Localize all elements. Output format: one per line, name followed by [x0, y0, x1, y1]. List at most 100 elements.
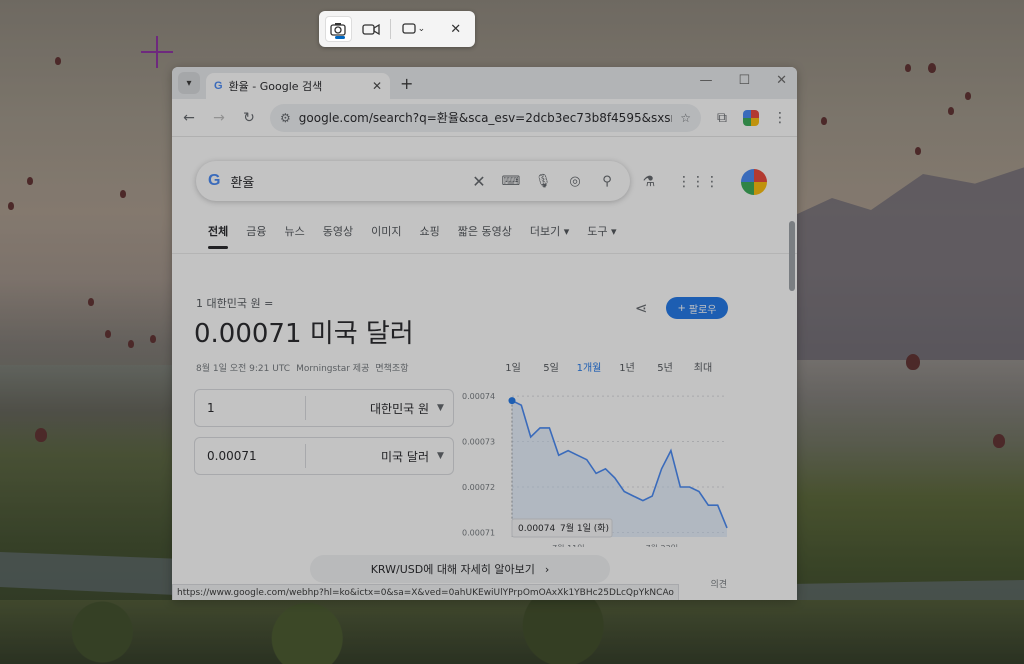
search-box[interactable]: G 환율 ✕ ⌨ 🎙 ◎ ⚲ [196, 161, 630, 201]
from-currency-row: 1 대한민국 원 ▼ [194, 389, 454, 427]
range-selector: 1일 5일 1개월 1년 5년 최대 [494, 359, 722, 374]
tab-more[interactable]: 더보기 ▾ [530, 223, 569, 249]
browser-toolbar: ← → ↻ ⚙ google.com/search?q=환율&sca_esv=2… [172, 99, 797, 137]
site-info-icon[interactable]: ⚙ [280, 111, 291, 125]
y-tick-label: 0.00073 [462, 438, 495, 447]
header-actions: ⚗ ⋮⋮⋮ [642, 169, 767, 195]
search-query[interactable]: 환율 [230, 172, 458, 191]
tab-search-button[interactable]: ▾ [178, 72, 200, 94]
learn-more-button[interactable]: KRW/USD에 대해 자세히 알아보기 › [310, 555, 610, 583]
search-icon[interactable]: ⚲ [596, 174, 618, 189]
y-tick-label: 0.00072 [462, 483, 495, 492]
back-icon[interactable]: ← [180, 110, 198, 126]
balloon [906, 354, 920, 370]
clear-icon[interactable]: ✕ [468, 172, 490, 191]
tab-shopping[interactable]: 쇼핑 [420, 223, 440, 249]
bookmark-star-icon[interactable]: ☆ [680, 111, 691, 125]
tab-all[interactable]: 전체 [208, 223, 229, 249]
lens-icon[interactable]: ◎ [564, 174, 586, 189]
avatar[interactable] [741, 169, 767, 195]
close-window-icon[interactable]: ✕ [776, 73, 787, 88]
balloon [55, 57, 61, 65]
share-icon[interactable]: ⋖ [635, 299, 648, 317]
profile-icon[interactable] [743, 109, 759, 126]
keyboard-icon[interactable]: ⌨ [500, 174, 522, 189]
forward-icon[interactable]: → [210, 110, 228, 126]
crosshair-cursor-icon [141, 36, 173, 68]
mountain-scenery [780, 162, 1024, 390]
range-1d[interactable]: 1일 [494, 359, 532, 374]
plus-icon: + [677, 302, 686, 314]
desktop-background: ▾ G 환율 - Google 검색 ✕ + — ☐ ✕ ← → ↻ ⚙ goo… [0, 0, 1024, 664]
maximize-icon[interactable]: ☐ [738, 73, 750, 88]
divider [172, 253, 797, 254]
tooltip-value: 0.00074 [518, 524, 555, 534]
scrollbar[interactable] [789, 221, 795, 291]
timestamp: 8월 1일 오전 9:21 UTC [196, 364, 291, 374]
snipping-toolbar: ⌄ ✕ [319, 11, 475, 47]
balloon [120, 190, 126, 198]
x-tick-label: 7월 11일 [552, 543, 585, 547]
follow-button[interactable]: + 팔로우 [666, 297, 728, 319]
tab-tools[interactable]: 도구 ▾ [587, 223, 616, 249]
tab-finance[interactable]: 금융 [246, 223, 266, 249]
labs-flask-icon[interactable]: ⚗ [642, 174, 655, 190]
browser-tab[interactable]: G 환율 - Google 검색 ✕ [206, 73, 390, 99]
conversion-result: 0.00071 미국 달러 [194, 319, 414, 349]
apps-grid-icon[interactable]: ⋮⋮⋮ [677, 174, 719, 190]
range-5y[interactable]: 5년 [646, 359, 684, 374]
browser-window: ▾ G 환율 - Google 검색 ✕ + — ☐ ✕ ← → ↻ ⚙ goo… [172, 67, 797, 600]
conversion-from-label: 1 대한민국 원 = [196, 297, 274, 310]
from-amount-input[interactable]: 1 [195, 396, 306, 420]
exchange-rate-chart[interactable]: 0.00074 0.00073 0.00072 0.00071 7월 11일 7월 23일… [462, 387, 732, 547]
snip-mode-dropdown[interactable]: ⌄ [397, 23, 429, 35]
tab-news[interactable]: 뉴스 [285, 223, 305, 249]
tooltip-date: 7월 1일 (화) [560, 522, 609, 534]
screenshot-mode-button[interactable] [325, 16, 352, 42]
reload-icon[interactable]: ↻ [240, 110, 258, 126]
google-favicon-icon: G [214, 80, 223, 92]
to-currency-row: 0.00071 미국 달러 ▼ [194, 437, 454, 475]
balloon [993, 434, 1005, 448]
video-icon [362, 23, 380, 36]
snip-close-button[interactable]: ✕ [442, 16, 469, 42]
search-results-page: G 환율 ✕ ⌨ 🎙 ◎ ⚲ ⚗ ⋮⋮⋮ 전체 금융 뉴스 동영상 이미지 쇼핑 [172, 137, 797, 600]
range-5d[interactable]: 5일 [532, 359, 570, 374]
range-1y[interactable]: 1년 [608, 359, 646, 374]
new-tab-button[interactable]: + [400, 74, 413, 93]
tab-title: 환율 - Google 검색 [228, 80, 323, 93]
chart-hover-dot [508, 397, 516, 405]
toolbar-separator [435, 19, 436, 39]
browser-menu-icon[interactable]: ⋮ [771, 110, 789, 126]
balloon [88, 298, 94, 306]
balloon [965, 92, 971, 100]
balloon [905, 64, 911, 72]
range-1m[interactable]: 1개월 [570, 359, 608, 374]
extensions-icon[interactable]: ⧉ [713, 110, 731, 126]
chevron-down-icon[interactable]: ▼ [437, 451, 453, 461]
minimize-icon[interactable]: — [699, 73, 712, 88]
feedback-link[interactable]: 의견 [710, 577, 727, 590]
to-currency-select[interactable]: 미국 달러 [306, 448, 437, 465]
search-tabs: 전체 금융 뉴스 동영상 이미지 쇼핑 짧은 동영상 더보기 ▾ 도구 ▾ [208, 223, 617, 249]
chart-area-fill [512, 400, 727, 537]
microphone-icon[interactable]: 🎙 [532, 174, 554, 189]
from-currency-select[interactable]: 대한민국 원 [306, 400, 437, 417]
x-tick-label: 7월 23일 [646, 543, 679, 547]
chevron-down-icon[interactable]: ▼ [437, 403, 453, 413]
balloon [27, 177, 33, 185]
follow-label: 팔로우 [688, 304, 717, 316]
disclaimer-link[interactable]: 면책조항 [375, 361, 408, 374]
balloon [948, 107, 954, 115]
tab-videos[interactable]: 동영상 [323, 223, 353, 249]
tab-close-icon[interactable]: ✕ [372, 79, 382, 93]
data-source: Morningstar 제공 [296, 364, 370, 374]
address-bar[interactable]: ⚙ google.com/search?q=환율&sca_esv=2dcb3ec… [270, 103, 701, 132]
google-logo-icon: G [208, 172, 221, 189]
tab-images[interactable]: 이미지 [371, 223, 401, 249]
range-max[interactable]: 최대 [684, 359, 722, 374]
to-amount-input[interactable]: 0.00071 [195, 444, 306, 468]
video-mode-button[interactable] [358, 16, 385, 42]
tab-short-videos[interactable]: 짧은 동영상 [458, 223, 512, 249]
url-text: google.com/search?q=환율&sca_esv=2dcb3ec73… [298, 111, 673, 125]
